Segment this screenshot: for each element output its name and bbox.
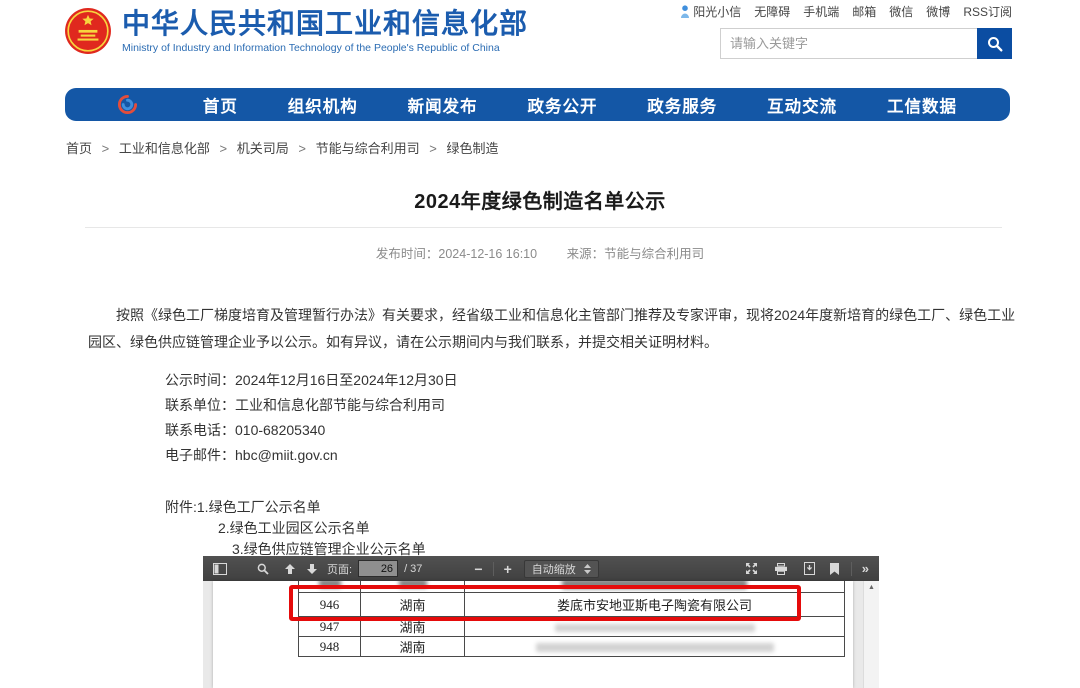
nav-item-data[interactable]: 工信数据: [887, 93, 957, 117]
national-emblem-icon: [64, 7, 112, 55]
zoom-in-button[interactable]: +: [504, 561, 512, 577]
download-button[interactable]: [804, 562, 815, 575]
publish-time: 发布时间：2024-12-16 16:10: [376, 247, 537, 261]
breadcrumb-separator: >: [220, 141, 228, 156]
cell-no: 948: [299, 637, 361, 657]
zoom-out-button[interactable]: −: [474, 561, 482, 577]
bookmark-icon: [830, 563, 839, 575]
topbar-link-mail[interactable]: 邮箱: [852, 3, 876, 20]
topbar-link-accessibility[interactable]: 无障碍: [754, 3, 790, 20]
attachment-2: 2.绿色工业园区公示名单: [218, 518, 426, 539]
article-meta: 发布时间：2024-12-16 16:10 来源：节能与综合利用司: [0, 243, 1080, 262]
table-row: 948 湖南: [299, 637, 845, 657]
search-input[interactable]: [720, 28, 977, 59]
miit-swirl-icon: [117, 94, 138, 115]
cell-province: 湖南: [361, 637, 465, 657]
pdf-page: 946 湖南 娄底市安地亚斯电子陶瓷有限公司 947 湖南 948 湖南: [213, 581, 853, 688]
nav-item-gov-disclosure[interactable]: 政务公开: [527, 93, 597, 117]
site-title: 中华人民共和国工业和信息化部: [122, 8, 528, 40]
contact-info: 公示时间：2024年12月16日至2024年12月30日 联系单位：工业和信息化…: [165, 368, 458, 468]
sunshine-mascot-icon: [680, 5, 690, 18]
topbar-link-sunshine[interactable]: 阳光小信: [680, 3, 741, 20]
main-nav: 首页 组织机构 新闻发布 政务公开 政务服务 互动交流 工信数据: [65, 88, 1010, 121]
topbar-link-rss[interactable]: RSS订阅: [963, 3, 1012, 20]
article-paragraph: 按照《绿色工厂梯度培育及管理暂行办法》有关要求，经省级工业和信息化主管部门推荐及…: [88, 302, 1018, 356]
red-highlight-box: [289, 585, 801, 621]
sidebar-toggle-button[interactable]: [213, 563, 227, 575]
search-icon: [987, 36, 1003, 52]
nav-item-organization[interactable]: 组织机构: [288, 93, 358, 117]
find-button[interactable]: [257, 563, 269, 575]
site-search: [720, 28, 1012, 59]
arrow-up-icon: [284, 563, 296, 575]
arrow-down-icon: [306, 563, 318, 575]
crumb-green-manufacturing: 绿色制造: [446, 141, 498, 156]
toolbar-divider: [851, 562, 852, 576]
page-up-button[interactable]: [284, 563, 296, 575]
search-button[interactable]: [977, 28, 1012, 59]
toolbar-divider: [493, 562, 494, 576]
topbar-link-mobile[interactable]: 手机端: [803, 3, 839, 20]
site-header: 中华人民共和国工业和信息化部 Ministry of Industry and …: [64, 7, 528, 55]
crumb-miit[interactable]: 工业和信息化部: [119, 141, 210, 156]
print-icon: [774, 563, 788, 575]
presentation-mode-button[interactable]: [745, 562, 758, 575]
site-subtitle: Ministry of Industry and Information Tec…: [122, 42, 528, 54]
topbar-link-wechat[interactable]: 微信: [889, 3, 913, 20]
breadcrumb-separator: >: [102, 141, 110, 156]
scrollbar-up-arrow[interactable]: ▲: [864, 581, 879, 591]
crumb-departments[interactable]: 机关司局: [237, 141, 289, 156]
attachment-1: 附件:1.绿色工厂公示名单: [165, 497, 426, 518]
print-button[interactable]: [774, 563, 788, 575]
breadcrumb-separator: >: [429, 141, 437, 156]
pdf-viewer: 页面: / 37 − + 自动缩放: [203, 556, 879, 688]
contact-email: 电子邮件：hbc@miit.gov.cn: [165, 443, 458, 468]
zoom-mode-select[interactable]: 自动缩放: [524, 560, 599, 578]
contact-unit: 联系单位：工业和信息化部节能与综合利用司: [165, 393, 458, 418]
breadcrumb: 首页 > 工业和信息化部 > 机关司局 > 节能与综合利用司 > 绿色制造: [66, 138, 498, 157]
nav-item-home[interactable]: 首页: [203, 93, 238, 117]
download-icon: [804, 562, 815, 575]
article-source: 来源：节能与综合利用司: [567, 247, 705, 261]
toolbar-more-button[interactable]: »: [862, 561, 869, 576]
find-icon: [257, 563, 269, 575]
page-label: 页面:: [327, 561, 352, 577]
pdf-toolbar: 页面: / 37 − + 自动缩放: [203, 556, 879, 581]
publicity-period: 公示时间：2024年12月16日至2024年12月30日: [165, 368, 458, 393]
nav-item-interaction[interactable]: 互动交流: [767, 93, 837, 117]
page-title: 2024年度绿色制造名单公示: [0, 185, 1080, 214]
select-arrows-icon: [584, 564, 591, 574]
pdf-content-area: 946 湖南 娄底市安地亚斯电子陶瓷有限公司 947 湖南 948 湖南 ▲: [203, 581, 879, 688]
pdf-scrollbar[interactable]: ▲: [863, 581, 879, 688]
page-down-button[interactable]: [306, 563, 318, 575]
page-number-input[interactable]: [358, 560, 398, 577]
crumb-energy-dept[interactable]: 节能与综合利用司: [316, 141, 420, 156]
nav-item-gov-services[interactable]: 政务服务: [647, 93, 717, 117]
nav-item-news[interactable]: 新闻发布: [408, 93, 478, 117]
fullscreen-icon: [745, 562, 758, 575]
bookmark-button[interactable]: [830, 563, 839, 575]
sidebar-toggle-icon: [213, 563, 227, 575]
topbar-link-weibo[interactable]: 微博: [926, 3, 950, 20]
attachments-list: 附件:1.绿色工厂公示名单 2.绿色工业园区公示名单 3.绿色供应链管理企业公示…: [165, 497, 426, 560]
crumb-home[interactable]: 首页: [66, 141, 92, 156]
zoom-mode-value: 自动缩放: [532, 561, 576, 577]
breadcrumb-separator: >: [298, 141, 306, 156]
page-total: / 37: [404, 563, 422, 575]
topbar-links: 阳光小信 无障碍 手机端 邮箱 微信 微博 RSS订阅: [680, 3, 1012, 20]
title-divider: [85, 227, 1002, 228]
contact-phone: 联系电话：010-68205340: [165, 418, 458, 443]
